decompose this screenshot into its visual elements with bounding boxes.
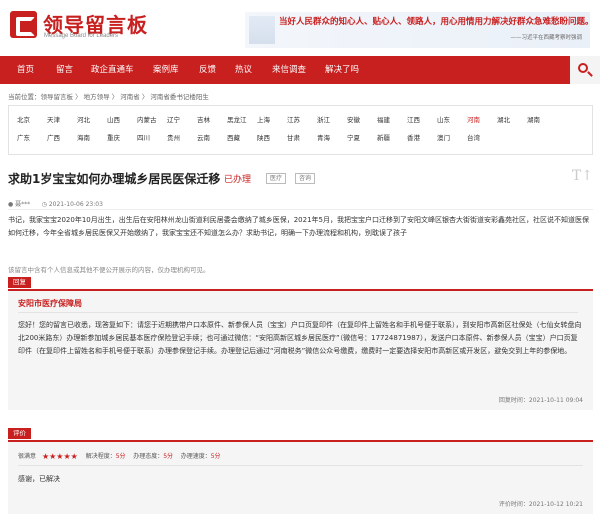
region-item[interactable]: 吉林 bbox=[197, 114, 224, 124]
search-button[interactable] bbox=[570, 56, 600, 84]
rating-item-name: 解决程度： bbox=[85, 453, 116, 460]
rating-item-score: 5分 bbox=[210, 453, 221, 460]
region-item[interactable]: 天津 bbox=[47, 114, 74, 124]
region-row: 北京 天津 河北 山西 内蒙古 辽宁 吉林 黑龙江 上海 江苏 浙江 安徽 福建 江西 山东 河南 湖北 湖南 bbox=[17, 114, 592, 132]
region-item[interactable]: 西藏 bbox=[227, 132, 254, 142]
rating-panel: 很满意 ★★★★★ 解决程度：5分 办理态度：5分 办理速度：5分 感谢，已解决… bbox=[8, 440, 593, 514]
divider bbox=[18, 312, 578, 313]
message-author: 聂*** bbox=[15, 201, 31, 208]
site-header: 领导留言板 Message Board for Leaders 当好人民群众的知… bbox=[0, 0, 600, 52]
region-item[interactable]: 香港 bbox=[407, 132, 434, 142]
tag-medical[interactable]: 医疗 bbox=[266, 173, 287, 184]
reply-organization[interactable]: 安阳市医疗保障局 bbox=[18, 298, 82, 309]
nav-item-survey[interactable]: 来信调查 bbox=[272, 56, 306, 84]
reply-text: 您好！您的留言已收悉，现答复如下：请您于近期携带户口本原件、新参保人员（宝宝）户… bbox=[18, 321, 582, 355]
region-item[interactable]: 广东 bbox=[17, 132, 44, 142]
nav-item-cases[interactable]: 案例库 bbox=[153, 56, 179, 84]
tag-consult[interactable]: 咨询 bbox=[295, 173, 316, 184]
region-item[interactable]: 山东 bbox=[437, 114, 464, 124]
breadcrumb-item[interactable]: 地方领导 bbox=[84, 93, 110, 101]
region-item[interactable]: 安徽 bbox=[347, 114, 374, 124]
message-body: 书记，我家宝宝2020年10月出生，出生后在安阳林州龙山街道利民居委会缴纳了城乡… bbox=[8, 216, 589, 237]
rating-time: 评价时间：2021-10-12 10:21 bbox=[498, 501, 583, 508]
region-item[interactable]: 湖北 bbox=[497, 114, 524, 124]
message-title: 求助1岁宝宝如何办理城乡居民医保迁移 bbox=[8, 172, 221, 186]
reply-label: 回复 bbox=[8, 277, 31, 288]
region-item[interactable]: 辽宁 bbox=[167, 114, 194, 124]
region-item[interactable]: 新疆 bbox=[377, 132, 404, 142]
nav-item-feedback[interactable]: 反馈 bbox=[199, 56, 216, 84]
main-nav: 首页 留言 政企直通车 案例库 反馈 热议 来信调查 解决了吗 bbox=[0, 56, 600, 84]
slogan-banner: 当好人民群众的知心人、贴心人、领路人，用心用情用力解决好群众急难愁盼问题。 ——… bbox=[245, 12, 594, 48]
region-item[interactable]: 台湾 bbox=[467, 132, 494, 142]
region-item[interactable]: 海南 bbox=[77, 132, 104, 142]
region-item[interactable]: 河南 bbox=[467, 114, 494, 124]
region-item[interactable]: 陕西 bbox=[257, 132, 284, 142]
user-icon: ● bbox=[8, 201, 14, 208]
region-item[interactable]: 江西 bbox=[407, 114, 434, 124]
nav-item-home[interactable]: 首页 bbox=[17, 56, 34, 84]
rating-text: 感谢，已解决 bbox=[18, 475, 60, 483]
satisfaction-label: 很满意 bbox=[18, 453, 37, 460]
divider bbox=[8, 209, 593, 210]
region-item[interactable]: 澳门 bbox=[437, 132, 464, 142]
site-logo-subtitle: Message Board for Leaders bbox=[44, 33, 119, 39]
region-item[interactable]: 北京 bbox=[17, 114, 44, 124]
reply-time: 回复时间：2021-10-11 09:04 bbox=[498, 397, 583, 404]
nav-item-solved[interactable]: 解决了吗 bbox=[325, 56, 359, 84]
region-item[interactable]: 贵州 bbox=[167, 132, 194, 142]
banner-image bbox=[249, 16, 275, 44]
breadcrumb-item[interactable]: 河南省 bbox=[120, 93, 140, 101]
region-item[interactable]: 青海 bbox=[317, 132, 344, 142]
region-item[interactable]: 广西 bbox=[47, 132, 74, 142]
rating-stars: ★★★★★ bbox=[42, 452, 78, 461]
rating-label: 评价 bbox=[8, 428, 31, 439]
star-icon: ★ bbox=[56, 452, 64, 461]
rating-item-name: 办理态度： bbox=[133, 453, 164, 460]
region-item[interactable]: 山西 bbox=[107, 114, 134, 124]
rating-item-score: 5分 bbox=[115, 453, 126, 460]
site-logo-icon[interactable] bbox=[10, 11, 37, 38]
privacy-notice: 该留言中含有个人信息或其他不便公开展示的内容，仅办理机构可见。 bbox=[8, 266, 210, 274]
message-header: 求助1岁宝宝如何办理城乡居民医保迁移 已办理 医疗 咨询 T↑ bbox=[8, 168, 593, 188]
region-item[interactable]: 云南 bbox=[197, 132, 224, 142]
region-item[interactable]: 四川 bbox=[137, 132, 164, 142]
font-size-icon[interactable]: T↑ bbox=[572, 168, 593, 184]
star-icon: ★ bbox=[49, 452, 57, 461]
breadcrumb-item[interactable]: 河南省委书记楼阳生 bbox=[150, 93, 209, 101]
reply-panel: 安阳市医疗保障局 您好！您的留言已收悉，现答复如下：请您于近期携带户口本原件、新… bbox=[8, 289, 593, 410]
region-item[interactable]: 甘肃 bbox=[287, 132, 314, 142]
nav-item-hot[interactable]: 热议 bbox=[235, 56, 252, 84]
rating-summary: 很满意 ★★★★★ 解决程度：5分 办理态度：5分 办理速度：5分 bbox=[18, 451, 221, 461]
nav-item-enterprise[interactable]: 政企直通车 bbox=[91, 56, 134, 84]
nav-item-message[interactable]: 留言 bbox=[56, 56, 73, 84]
breadcrumb: 当前位置：领导留言板 〉 地方领导 〉 河南省 〉 河南省委书记楼阳生 bbox=[8, 93, 209, 101]
region-item[interactable]: 宁夏 bbox=[347, 132, 374, 142]
rating-item-score: 5分 bbox=[163, 453, 174, 460]
star-icon: ★ bbox=[63, 452, 71, 461]
region-selector: 北京 天津 河北 山西 内蒙古 辽宁 吉林 黑龙江 上海 江苏 浙江 安徽 福建 江西 山东 河南 湖北 湖南 广… bbox=[8, 105, 593, 155]
slogan-text: 当好人民群众的知心人、贴心人、领路人，用心用情用力解决好群众急难愁盼问题。 bbox=[279, 17, 594, 27]
region-item[interactable]: 上海 bbox=[257, 114, 284, 124]
divider bbox=[18, 465, 583, 466]
region-item[interactable]: 浙江 bbox=[317, 114, 344, 124]
region-item[interactable]: 黑龙江 bbox=[227, 114, 254, 124]
region-item[interactable]: 内蒙古 bbox=[137, 114, 164, 124]
star-icon: ★ bbox=[70, 452, 78, 461]
rating-item-name: 办理速度： bbox=[180, 453, 211, 460]
slogan-attribution: ——习近平在西藏考察时强调 bbox=[510, 35, 582, 41]
message-time: 2021-10-06 23:03 bbox=[48, 201, 103, 208]
region-row: 广东 广西 海南 重庆 四川 贵州 云南 西藏 陕西 甘肃 青海 宁夏 新疆 香港 澳门 台湾 bbox=[17, 132, 592, 150]
clock-icon: ◷ bbox=[41, 201, 47, 208]
status-badge: 已办理 bbox=[224, 175, 252, 185]
region-item[interactable]: 福建 bbox=[377, 114, 404, 124]
region-item[interactable]: 湖南 bbox=[527, 114, 554, 124]
region-item[interactable]: 重庆 bbox=[107, 132, 134, 142]
message-meta: ● 聂*** ◷ 2021-10-06 23:03 bbox=[8, 199, 103, 208]
breadcrumb-item[interactable]: 领导留言板 bbox=[41, 93, 74, 101]
breadcrumb-prefix: 当前位置： bbox=[8, 93, 41, 101]
region-item[interactable]: 江苏 bbox=[287, 114, 314, 124]
region-item[interactable]: 河北 bbox=[77, 114, 104, 124]
star-icon: ★ bbox=[41, 452, 50, 461]
